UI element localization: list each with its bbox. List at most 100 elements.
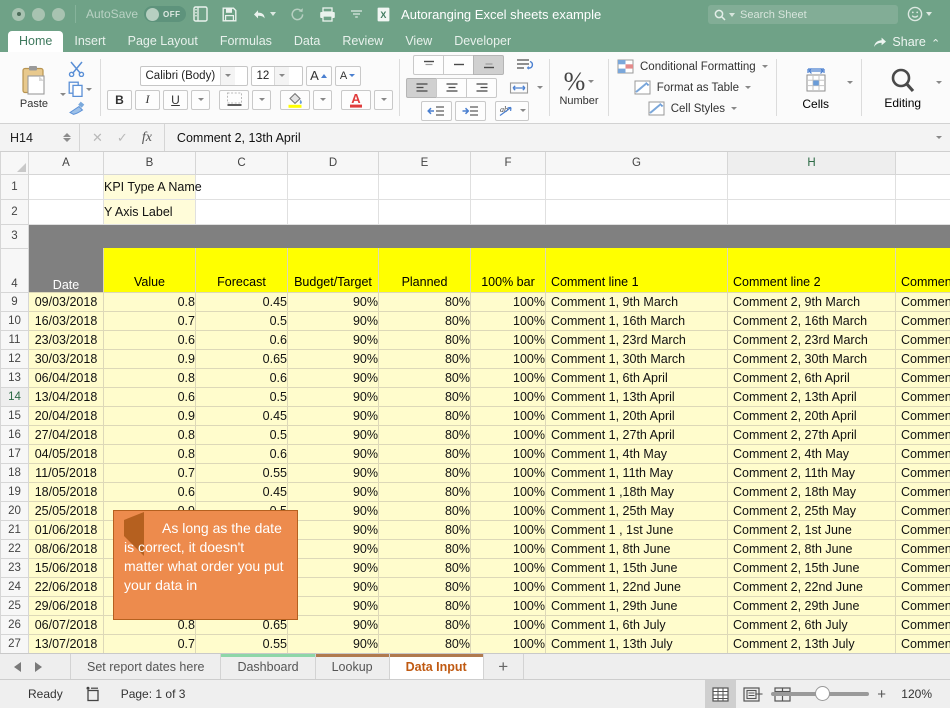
sheet-tab-set-report-dates-here[interactable]: Set report dates here [71,654,222,679]
cell-comment2-26[interactable]: Comment 2, 6th July [727,615,896,635]
zoom-out-button[interactable]: − [754,686,763,703]
cell-comment2-9[interactable]: Comment 2, 9th March [727,292,896,312]
cell-h1[interactable] [727,174,896,200]
cell-budget-26[interactable]: 90% [287,615,379,635]
cell-date-22[interactable]: 08/06/2018 [28,539,104,559]
copy-dropdown-icon[interactable] [86,87,92,91]
cell-date-13[interactable]: 06/04/2018 [28,368,104,388]
fill-color-dropdown-button[interactable] [313,89,332,110]
cell-comment2-24[interactable]: Comment 2, 22nd June [727,577,896,597]
decrease-font-size-button[interactable]: A [334,65,361,86]
cell-bar-20[interactable]: 100% [470,501,546,521]
cell-bar-22[interactable]: 100% [470,539,546,559]
cell-date-25[interactable]: 29/06/2018 [28,596,104,616]
cell-bar-16[interactable]: 100% [470,425,546,445]
cell-forecast-18[interactable]: 0.55 [195,463,288,483]
cell-planned-23[interactable]: 80% [378,558,471,578]
cell-i3[interactable] [895,224,950,248]
cell-planned-15[interactable]: 80% [378,406,471,426]
row-header-24[interactable]: 24 [0,576,29,597]
cell-comment2-17[interactable]: Comment 2, 4th May [727,444,896,464]
cell-planned-24[interactable]: 80% [378,577,471,597]
cell-styles-button[interactable]: Cell Styles [648,101,738,116]
column-header-i[interactable] [895,152,950,175]
cell-comment1-17[interactable]: Comment 1, 4th May [545,444,728,464]
cell-planned-27[interactable]: 80% [378,634,471,653]
row-header-21[interactable]: 21 [0,519,29,540]
sheet-nav-arrows[interactable] [0,654,71,679]
cell-comment3-27[interactable]: Commen [895,634,950,653]
cell-comment1-15[interactable]: Comment 1, 20th April [545,406,728,426]
editing-dropdown-icon[interactable] [935,81,942,84]
cell-comment3-15[interactable]: Commen [895,406,950,426]
cell-comment1-24[interactable]: Comment 1, 22nd June [545,577,728,597]
cell-forecast-19[interactable]: 0.45 [195,482,288,502]
cell-date-23[interactable]: 15/06/2018 [28,558,104,578]
row-header-25[interactable]: 25 [0,595,29,616]
tab-insert[interactable]: Insert [63,31,116,52]
cell-comment3-19[interactable]: Commen [895,482,950,502]
cell-date-26[interactable]: 06/07/2018 [28,615,104,635]
cell-comment1-14[interactable]: Comment 1, 13th April [545,387,728,407]
merge-cells-button[interactable] [508,78,529,98]
cell-f2[interactable] [470,199,546,225]
number-group[interactable]: % Number [550,52,608,123]
page-layout-status-icon[interactable] [85,686,101,702]
decrease-indent-button[interactable] [420,100,452,121]
new-document-icon[interactable] [193,6,208,22]
cell-g3[interactable] [545,224,728,248]
row-header-1[interactable]: 1 [0,173,29,200]
column-header-c[interactable]: C [195,152,288,175]
cell-bar-26[interactable]: 100% [470,615,546,635]
maximize-button[interactable] [52,7,65,21]
column-header-e[interactable]: E [378,152,471,175]
cell-forecast-27[interactable]: 0.55 [195,634,288,653]
zoom-controls[interactable]: − + 120% [754,686,932,703]
cell-bar-11[interactable]: 100% [470,330,546,350]
cell-comment2-13[interactable]: Comment 2, 6th April [727,368,896,388]
font-color-dropdown-button[interactable] [374,89,393,110]
name-box[interactable]: H14 [0,124,80,151]
cell-comment3-9[interactable]: Commen [895,292,950,312]
cell-h2[interactable] [727,199,896,225]
cell-bar-14[interactable]: 100% [470,387,546,407]
cell-budget-9[interactable]: 90% [287,292,379,312]
cell-bar-19[interactable]: 100% [470,482,546,502]
cell-i2[interactable] [895,199,950,225]
borders-button[interactable] [219,89,249,110]
cell-bar-10[interactable]: 100% [470,311,546,331]
cell-comment3-21[interactable]: Commen [895,520,950,540]
editing-button[interactable]: Editing [870,66,936,110]
cell-bar-24[interactable]: 100% [470,577,546,597]
row-header-9[interactable]: 9 [0,291,29,312]
row-header-27[interactable]: 27 [0,633,29,653]
cell-budget-23[interactable]: 90% [287,558,379,578]
paste-button[interactable]: Paste [8,65,60,110]
cell-date-24[interactable]: 22/06/2018 [28,577,104,597]
cell-comment3-26[interactable]: Commen [895,615,950,635]
feedback-smiley-icon[interactable] [907,6,932,22]
cell-g2[interactable] [545,199,728,225]
cell-budget-13[interactable]: 90% [287,368,379,388]
cell-comment1-16[interactable]: Comment 1, 27th April [545,425,728,445]
cells-button[interactable]: Cells [785,65,847,111]
confirm-edit-button[interactable]: ✓ [117,130,128,146]
cell-comment3-24[interactable]: Commen [895,577,950,597]
cell-date-10[interactable]: 16/03/2018 [28,311,104,331]
save-icon[interactable] [222,7,237,22]
cell-date-18[interactable]: 11/05/2018 [28,463,104,483]
cell-planned-22[interactable]: 80% [378,539,471,559]
cancel-edit-button[interactable]: ✕ [92,130,103,146]
cell-forecast-14[interactable]: 0.5 [195,387,288,407]
previous-sheet-icon[interactable] [14,661,21,672]
cell-budget-22[interactable]: 90% [287,539,379,559]
cell-comment3-22[interactable]: Commen [895,539,950,559]
merge-dropdown-icon[interactable] [537,86,543,89]
cell-planned-9[interactable]: 80% [378,292,471,312]
column-header-f[interactable]: F [470,152,546,175]
cell-comment1-19[interactable]: Comment 1 ,18th May [545,482,728,502]
cell-d3[interactable] [287,224,379,248]
cell-planned-19[interactable]: 80% [378,482,471,502]
cell-comment2-25[interactable]: Comment 2, 29th June [727,596,896,616]
cell-h3[interactable] [727,224,896,248]
